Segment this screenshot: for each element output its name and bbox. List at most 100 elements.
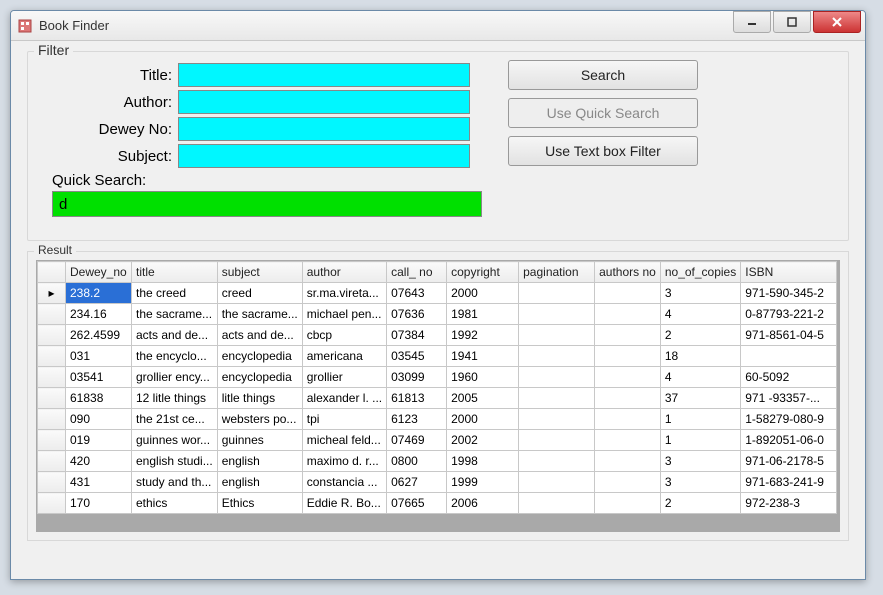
cell-title[interactable]: the encyclo...: [132, 346, 218, 367]
cell-dewey[interactable]: 031: [66, 346, 132, 367]
cell-authno[interactable]: [595, 304, 661, 325]
cell-authno[interactable]: [595, 451, 661, 472]
cell-pag[interactable]: [519, 367, 595, 388]
cell-subject[interactable]: encyclopedia: [217, 367, 302, 388]
cell-copy[interactable]: 1941: [447, 346, 519, 367]
cell-isbn[interactable]: 60-5092: [741, 367, 837, 388]
col-isbn-header[interactable]: ISBN: [741, 262, 837, 283]
cell-dewey[interactable]: 262.4599: [66, 325, 132, 346]
row-header[interactable]: [38, 304, 66, 325]
result-grid-container[interactable]: Dewey_no title subject author call_ no c…: [36, 260, 840, 532]
cell-subject[interactable]: guinnes: [217, 430, 302, 451]
cell-isbn[interactable]: 1-892051-06-0: [741, 430, 837, 451]
cell-authno[interactable]: [595, 430, 661, 451]
cell-author[interactable]: americana: [302, 346, 386, 367]
cell-subject[interactable]: the sacrame...: [217, 304, 302, 325]
maximize-button[interactable]: [773, 11, 811, 33]
col-pagination-header[interactable]: pagination: [519, 262, 595, 283]
cell-pag[interactable]: [519, 472, 595, 493]
cell-pag[interactable]: [519, 388, 595, 409]
cell-subject[interactable]: litle things: [217, 388, 302, 409]
cell-isbn[interactable]: 971-683-241-9: [741, 472, 837, 493]
cell-subject[interactable]: Ethics: [217, 493, 302, 514]
cell-call[interactable]: 07665: [387, 493, 447, 514]
cell-pag[interactable]: [519, 346, 595, 367]
cell-dewey[interactable]: 431: [66, 472, 132, 493]
cell-isbn[interactable]: 971-590-345-2: [741, 283, 837, 304]
cell-subject[interactable]: creed: [217, 283, 302, 304]
cell-dewey[interactable]: 61838: [66, 388, 132, 409]
cell-call[interactable]: 61813: [387, 388, 447, 409]
cell-dewey[interactable]: 234.16: [66, 304, 132, 325]
cell-isbn[interactable]: [741, 346, 837, 367]
cell-authno[interactable]: [595, 472, 661, 493]
cell-title[interactable]: english studi...: [132, 451, 218, 472]
cell-subject[interactable]: acts and de...: [217, 325, 302, 346]
cell-copies[interactable]: 3: [660, 283, 740, 304]
row-header[interactable]: [38, 325, 66, 346]
cell-call[interactable]: 07469: [387, 430, 447, 451]
cell-author[interactable]: Eddie R. Bo...: [302, 493, 386, 514]
cell-call[interactable]: 0627: [387, 472, 447, 493]
cell-copies[interactable]: 3: [660, 451, 740, 472]
cell-isbn[interactable]: 972-238-3: [741, 493, 837, 514]
cell-dewey[interactable]: 03541: [66, 367, 132, 388]
col-author-header[interactable]: author: [302, 262, 386, 283]
cell-copy[interactable]: 1998: [447, 451, 519, 472]
cell-isbn[interactable]: 971 -93357-...: [741, 388, 837, 409]
cell-copies[interactable]: 2: [660, 493, 740, 514]
cell-call[interactable]: 03545: [387, 346, 447, 367]
cell-copies[interactable]: 3: [660, 472, 740, 493]
quicksearch-input[interactable]: [52, 191, 482, 217]
cell-title[interactable]: acts and de...: [132, 325, 218, 346]
cell-author[interactable]: micheal feld...: [302, 430, 386, 451]
cell-authno[interactable]: [595, 409, 661, 430]
col-dewey-header[interactable]: Dewey_no: [66, 262, 132, 283]
cell-call[interactable]: 0800: [387, 451, 447, 472]
dewey-input[interactable]: [178, 117, 470, 141]
cell-copies[interactable]: 18: [660, 346, 740, 367]
cell-pag[interactable]: [519, 325, 595, 346]
minimize-button[interactable]: [733, 11, 771, 33]
row-header[interactable]: [38, 430, 66, 451]
cell-title[interactable]: 12 litle things: [132, 388, 218, 409]
cell-author[interactable]: grollier: [302, 367, 386, 388]
titlebar[interactable]: Book Finder: [11, 11, 865, 41]
cell-subject[interactable]: websters po...: [217, 409, 302, 430]
cell-pag[interactable]: [519, 493, 595, 514]
cell-authno[interactable]: [595, 346, 661, 367]
title-input[interactable]: [178, 63, 470, 87]
result-grid[interactable]: Dewey_no title subject author call_ no c…: [37, 261, 837, 514]
cell-copy[interactable]: 1992: [447, 325, 519, 346]
row-header[interactable]: [38, 472, 66, 493]
cell-call[interactable]: 07384: [387, 325, 447, 346]
cell-subject[interactable]: encyclopedia: [217, 346, 302, 367]
cell-title[interactable]: the sacrame...: [132, 304, 218, 325]
cell-dewey[interactable]: 420: [66, 451, 132, 472]
author-input[interactable]: [178, 90, 470, 114]
cell-author[interactable]: maximo d. r...: [302, 451, 386, 472]
subject-input[interactable]: [178, 144, 470, 168]
cell-author[interactable]: michael pen...: [302, 304, 386, 325]
table-row[interactable]: 031the encyclo...encyclopediaamericana03…: [38, 346, 837, 367]
table-row[interactable]: 03541grollier ency...encyclopediagrollie…: [38, 367, 837, 388]
table-row[interactable]: 090the 21st ce...websters po...tpi612320…: [38, 409, 837, 430]
row-header[interactable]: [38, 367, 66, 388]
cell-call[interactable]: 6123: [387, 409, 447, 430]
table-row[interactable]: ▸238.2the creedcreedsr.ma.vireta...07643…: [38, 283, 837, 304]
cell-copies[interactable]: 37: [660, 388, 740, 409]
cell-author[interactable]: tpi: [302, 409, 386, 430]
cell-title[interactable]: study and th...: [132, 472, 218, 493]
table-row[interactable]: 170ethicsEthicsEddie R. Bo...07665200629…: [38, 493, 837, 514]
table-row[interactable]: 234.16the sacrame...the sacrame...michae…: [38, 304, 837, 325]
cell-title[interactable]: grollier ency...: [132, 367, 218, 388]
col-authorsno-header[interactable]: authors no: [595, 262, 661, 283]
cell-copies[interactable]: 1: [660, 430, 740, 451]
table-row[interactable]: 6183812 litle thingslitle thingsalexande…: [38, 388, 837, 409]
cell-authno[interactable]: [595, 283, 661, 304]
cell-pag[interactable]: [519, 304, 595, 325]
cell-isbn[interactable]: 971-06-2178-5: [741, 451, 837, 472]
cell-author[interactable]: constancia ...: [302, 472, 386, 493]
table-row[interactable]: 019guinnes wor...guinnesmicheal feld...0…: [38, 430, 837, 451]
use-textbox-filter-button[interactable]: Use Text box Filter: [508, 136, 698, 166]
